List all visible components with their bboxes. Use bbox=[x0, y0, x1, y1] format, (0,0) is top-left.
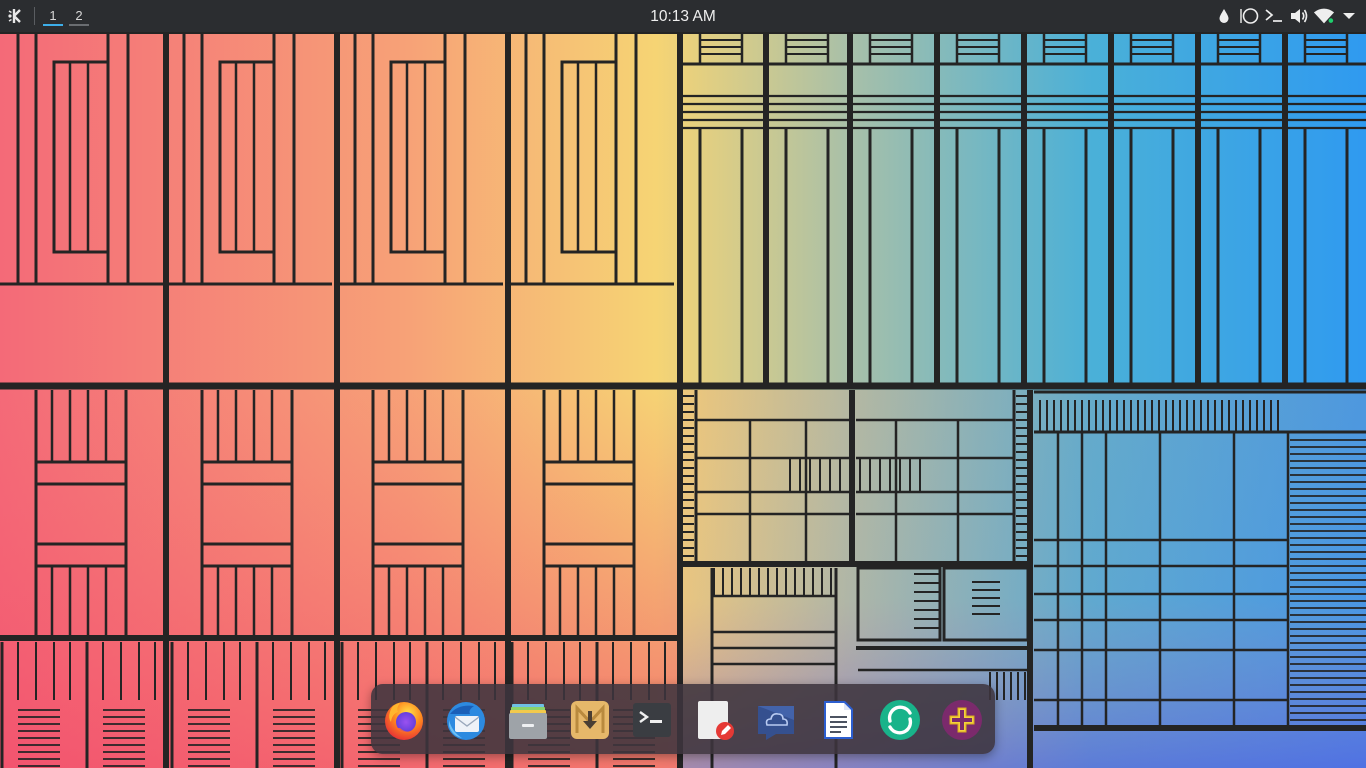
file-manager-launcher[interactable] bbox=[506, 698, 550, 742]
file-manager-icon bbox=[509, 704, 547, 739]
element-chat-icon bbox=[880, 700, 920, 740]
element-chat-launcher[interactable] bbox=[878, 698, 922, 742]
dock bbox=[371, 684, 995, 754]
downloader-launcher[interactable] bbox=[568, 698, 612, 742]
clock[interactable]: 10:13 AM bbox=[650, 8, 716, 25]
add-app-launcher[interactable] bbox=[940, 698, 984, 742]
volume-icon[interactable] bbox=[1288, 5, 1310, 27]
virtual-desktop-2[interactable]: 2 bbox=[69, 8, 89, 26]
active-desktop-indicator bbox=[43, 24, 63, 26]
virtual-desktop-1[interactable]: 1 bbox=[43, 8, 63, 26]
system-tray bbox=[1210, 0, 1360, 32]
kde-logo-icon[interactable] bbox=[7, 7, 25, 25]
document-writer-launcher[interactable] bbox=[816, 698, 860, 742]
thunderbird-launcher[interactable] bbox=[444, 698, 488, 742]
chevron-down-icon[interactable] bbox=[1338, 5, 1360, 27]
thunderbird-icon bbox=[447, 702, 485, 740]
desktop-wallpaper bbox=[0, 0, 1366, 768]
downloader-icon bbox=[571, 701, 609, 739]
terminal-launcher[interactable] bbox=[630, 698, 674, 742]
cloud-sync-icon bbox=[758, 706, 794, 740]
firefox-icon bbox=[385, 702, 423, 740]
virtual-desktop-label: 1 bbox=[49, 8, 57, 23]
color-drop-icon[interactable] bbox=[1213, 5, 1235, 27]
cloud-sync-launcher[interactable] bbox=[754, 698, 798, 742]
virtual-desktop-label: 2 bbox=[75, 8, 83, 23]
inactive-desktop-indicator bbox=[69, 24, 89, 26]
terminal-prompt-icon[interactable] bbox=[1263, 5, 1285, 27]
panel-separator bbox=[34, 7, 35, 25]
wifi-icon[interactable] bbox=[1313, 5, 1335, 27]
note-editor-launcher[interactable] bbox=[692, 698, 736, 742]
top-panel: 1 2 10:13 AM bbox=[0, 0, 1366, 32]
document-writer-icon bbox=[824, 701, 853, 739]
terminal-icon bbox=[633, 703, 671, 737]
add-app-icon bbox=[942, 700, 982, 740]
note-editor-icon bbox=[698, 701, 734, 740]
clock-container: 10:13 AM bbox=[0, 0, 1366, 32]
firefox-launcher[interactable] bbox=[382, 698, 426, 742]
circle-icon[interactable] bbox=[1238, 5, 1260, 27]
